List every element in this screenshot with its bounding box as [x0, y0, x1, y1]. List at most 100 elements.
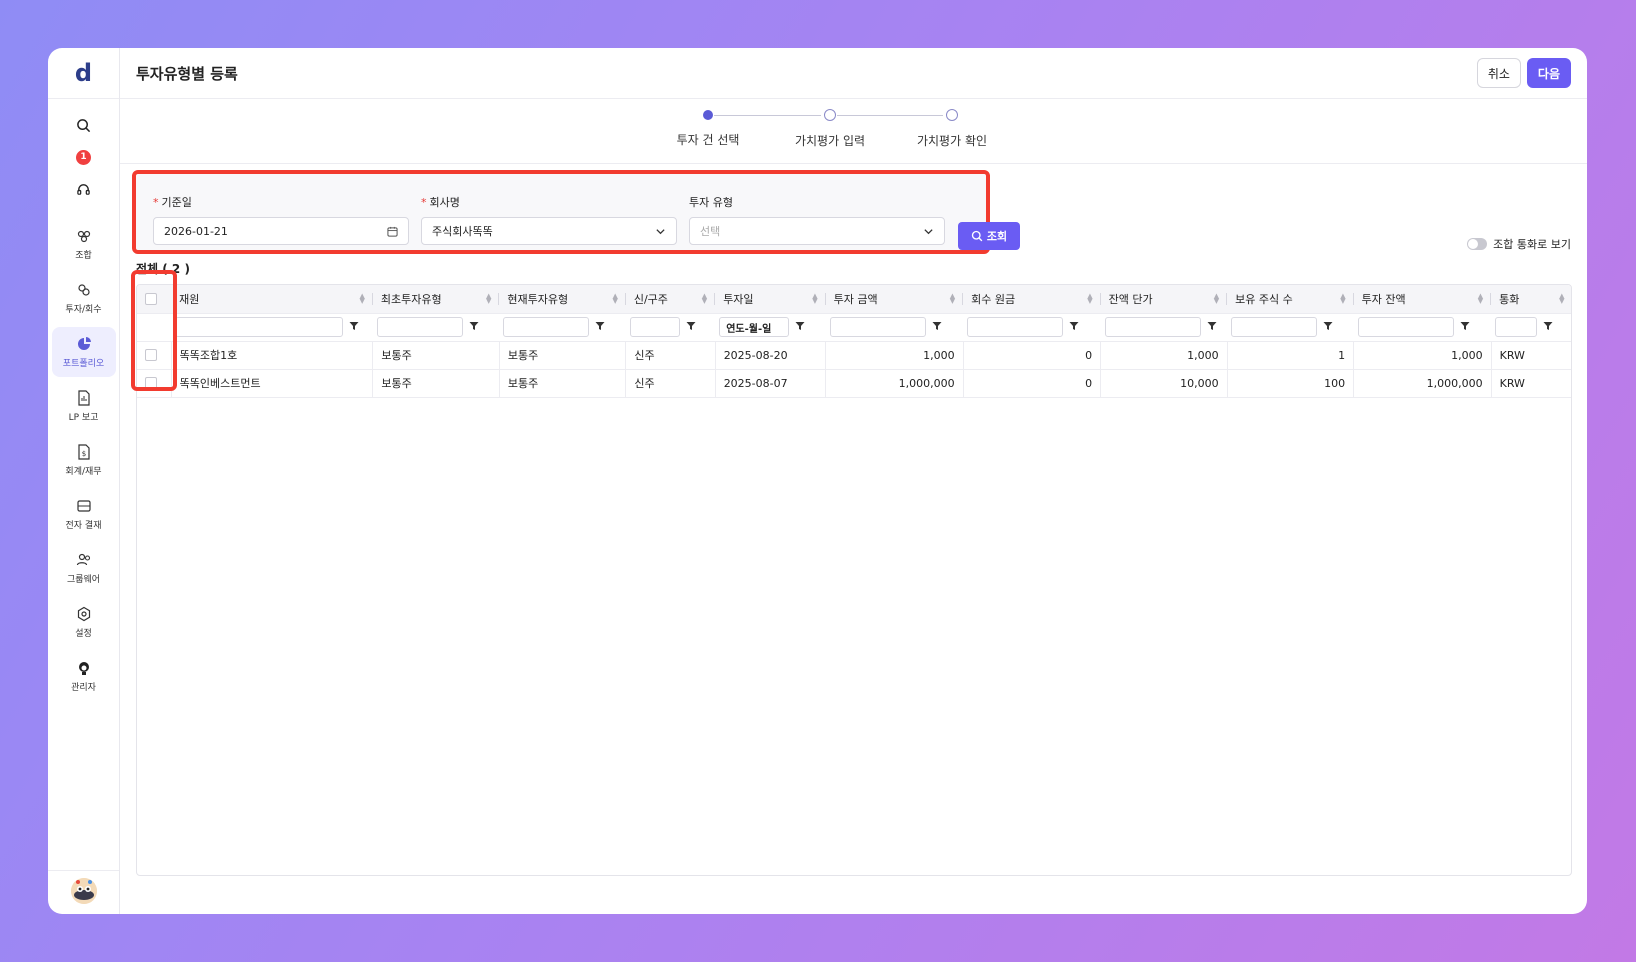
step-label: 투자 건 선택: [676, 133, 740, 147]
column-header[interactable]: 잔액 단가 ▲ ▼: [1100, 285, 1228, 314]
cancel-button[interactable]: 취소: [1476, 58, 1521, 88]
column-filter-cell: [499, 313, 626, 342]
sidebar-item-2[interactable]: 투자/회수: [52, 273, 116, 323]
avatar[interactable]: [70, 877, 97, 904]
column-header[interactable]: 최초투자유형 ▲ ▼: [372, 285, 500, 314]
column-header[interactable]: 보유 주식 수 ▲ ▼: [1227, 285, 1354, 314]
select-all-cell: [137, 285, 172, 314]
sort-icon[interactable]: ▲ ▼: [812, 292, 817, 304]
sidebar-item-8[interactable]: 설정: [52, 597, 116, 647]
filter-icon[interactable]: [1323, 321, 1333, 334]
sidebar-item-6[interactable]: 전자 결재: [52, 489, 116, 539]
table-filter-row: 연도-월-일: [137, 313, 1571, 342]
fund-icon: [76, 228, 92, 244]
column-filter-input[interactable]: [629, 317, 680, 337]
step-3: 가치평가 확인: [892, 109, 1012, 149]
sidebar-item-label: 회계/재무: [65, 466, 102, 477]
sort-icon[interactable]: ▲ ▼: [1087, 292, 1092, 304]
column-filter-cell: [1227, 313, 1354, 342]
column-filter-input[interactable]: [1357, 317, 1454, 337]
company-field: * 회사명 주식회사똑똑: [421, 194, 677, 245]
column-header[interactable]: 현재투자유형 ▲ ▼: [499, 285, 626, 314]
row-checkbox[interactable]: [145, 349, 157, 361]
sort-icon[interactable]: ▲ ▼: [360, 292, 365, 304]
sort-icon[interactable]: ▲ ▼: [612, 292, 617, 304]
column-header-label: 잔액 단가: [1108, 292, 1153, 306]
search-icon[interactable]: [68, 109, 100, 141]
table-cell: 1,000: [1353, 341, 1492, 370]
app-logo[interactable]: d: [48, 48, 119, 99]
calendar-icon[interactable]: [387, 226, 398, 237]
sort-icon[interactable]: ▲ ▼: [1214, 292, 1219, 304]
table-cell: 신주: [625, 341, 716, 370]
column-header[interactable]: 투자일 ▲ ▼: [715, 285, 826, 314]
step-1: 투자 건 선택: [648, 109, 768, 148]
fund-currency-toggle[interactable]: [1467, 238, 1488, 250]
column-header[interactable]: 투자 금액 ▲ ▼: [825, 285, 964, 314]
sidebar-item-3[interactable]: 포트폴리오: [51, 327, 116, 377]
column-header[interactable]: 통화 ▲ ▼: [1491, 285, 1571, 314]
column-filter-input[interactable]: [1231, 317, 1318, 337]
column-filter-input[interactable]: [376, 317, 463, 337]
column-filter-input[interactable]: [967, 317, 1064, 337]
select-all-checkbox[interactable]: [145, 292, 157, 305]
sort-icon[interactable]: ▲ ▼: [702, 292, 707, 304]
company-select[interactable]: 주식회사똑똑: [421, 217, 677, 245]
filter-icon[interactable]: [1543, 321, 1553, 334]
sidebar-item-4[interactable]: LP 보고: [52, 381, 116, 431]
sidebar-item-5[interactable]: $ 회계/재무: [52, 435, 116, 485]
column-header-label: 회수 원금: [971, 292, 1016, 306]
table-cell: 10,000: [1100, 369, 1228, 398]
step-2: 가치평가 입력: [770, 109, 890, 149]
next-button[interactable]: 다음: [1526, 58, 1571, 88]
sort-icon[interactable]: ▲ ▼: [1559, 292, 1564, 304]
column-filter-input[interactable]: [503, 317, 590, 337]
filter-icon[interactable]: [1069, 321, 1079, 334]
sidebar-item-9[interactable]: 관리자: [52, 651, 116, 701]
column-header[interactable]: 재원 ▲ ▼: [171, 285, 373, 314]
sort-icon[interactable]: ▲ ▼: [950, 292, 955, 304]
column-filter-input[interactable]: 연도-월-일: [719, 317, 790, 337]
sort-icon[interactable]: ▲ ▼: [486, 292, 491, 304]
filter-icon[interactable]: [1460, 321, 1470, 334]
filter-icon[interactable]: [795, 321, 805, 334]
table-row[interactable]: 똑똑인베스트먼트 보통주 보통주 신주 2025-08-07 1,000,000 0 10,0…: [137, 369, 1571, 398]
column-filter-cell: [825, 313, 964, 342]
filter-icon[interactable]: [595, 321, 605, 334]
base-date-label: 기준일: [161, 196, 192, 209]
sort-icon[interactable]: ▲ ▼: [1340, 292, 1345, 304]
column-filter-input[interactable]: [1495, 317, 1538, 337]
column-filter-input[interactable]: [175, 317, 344, 337]
filter-icon[interactable]: [686, 321, 696, 334]
column-header[interactable]: 신/구주 ▲ ▼: [625, 285, 716, 314]
column-header-label: 현재투자유형: [507, 292, 569, 306]
row-checkbox[interactable]: [145, 377, 157, 389]
notification-count: 1: [76, 149, 91, 165]
filter-icon[interactable]: [469, 321, 479, 334]
table-cell: 똑똑조합1호: [171, 341, 374, 370]
table-row[interactable]: 똑똑조합1호 보통주 보통주 신주 2025-08-20 1,000 0 1,000 1 1,00…: [137, 341, 1571, 370]
column-header-label: 투자 금액: [833, 292, 878, 306]
table-cell: 2025-08-20: [715, 341, 827, 370]
column-filter-cell: [625, 313, 716, 342]
column-filter-input[interactable]: [1104, 317, 1201, 337]
sidebar-item-7[interactable]: 그룹웨어: [52, 543, 116, 593]
filter-icon[interactable]: [349, 321, 359, 334]
base-date-input[interactable]: 2026-01-21: [153, 217, 409, 245]
chevron-down-icon: [656, 228, 665, 234]
step-label: 가치평가 확인: [916, 134, 988, 148]
headset-icon[interactable]: [68, 173, 100, 205]
search-button[interactable]: 조회: [958, 222, 1020, 250]
sort-icon[interactable]: ▲ ▼: [1478, 292, 1483, 304]
sidebar-item-1[interactable]: 조합: [52, 219, 116, 269]
column-header[interactable]: 투자 잔액 ▲ ▼: [1353, 285, 1492, 314]
column-header[interactable]: 회수 원금 ▲ ▼: [963, 285, 1101, 314]
filter-icon[interactable]: [932, 321, 942, 334]
user-avatar-area[interactable]: [48, 870, 119, 910]
column-filter-cell: [1100, 313, 1228, 342]
filter-icon[interactable]: [1207, 321, 1217, 334]
notification-badge[interactable]: 1: [68, 141, 100, 173]
invest-type-select[interactable]: 선택: [689, 217, 945, 245]
search-button-label: 조회: [986, 230, 1008, 243]
column-filter-input[interactable]: [829, 317, 926, 337]
